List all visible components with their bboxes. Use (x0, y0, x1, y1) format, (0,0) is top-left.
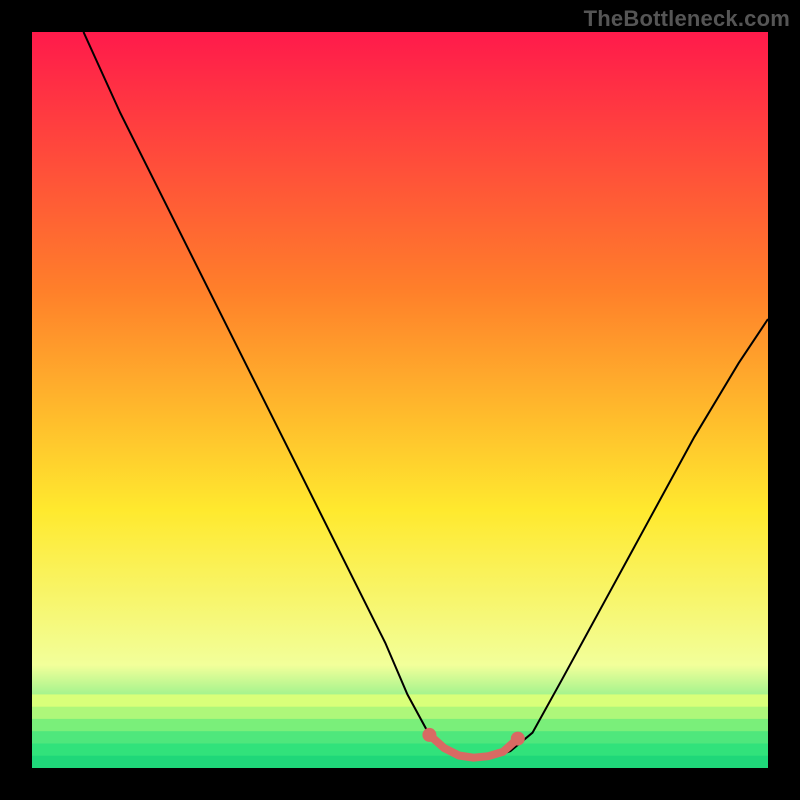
band (32, 744, 768, 757)
plot-svg (32, 32, 768, 768)
band (32, 756, 768, 768)
watermark-text: TheBottleneck.com (584, 6, 790, 32)
bottom-bands (32, 694, 768, 768)
band (32, 694, 768, 707)
gradient-background (32, 32, 768, 768)
highlight-endpoint-left (422, 728, 436, 742)
band (32, 731, 768, 744)
plot-area (32, 32, 768, 768)
band (32, 719, 768, 732)
band (32, 707, 768, 720)
highlight-endpoint-right (511, 732, 525, 746)
chart-stage: TheBottleneck.com (0, 0, 800, 800)
